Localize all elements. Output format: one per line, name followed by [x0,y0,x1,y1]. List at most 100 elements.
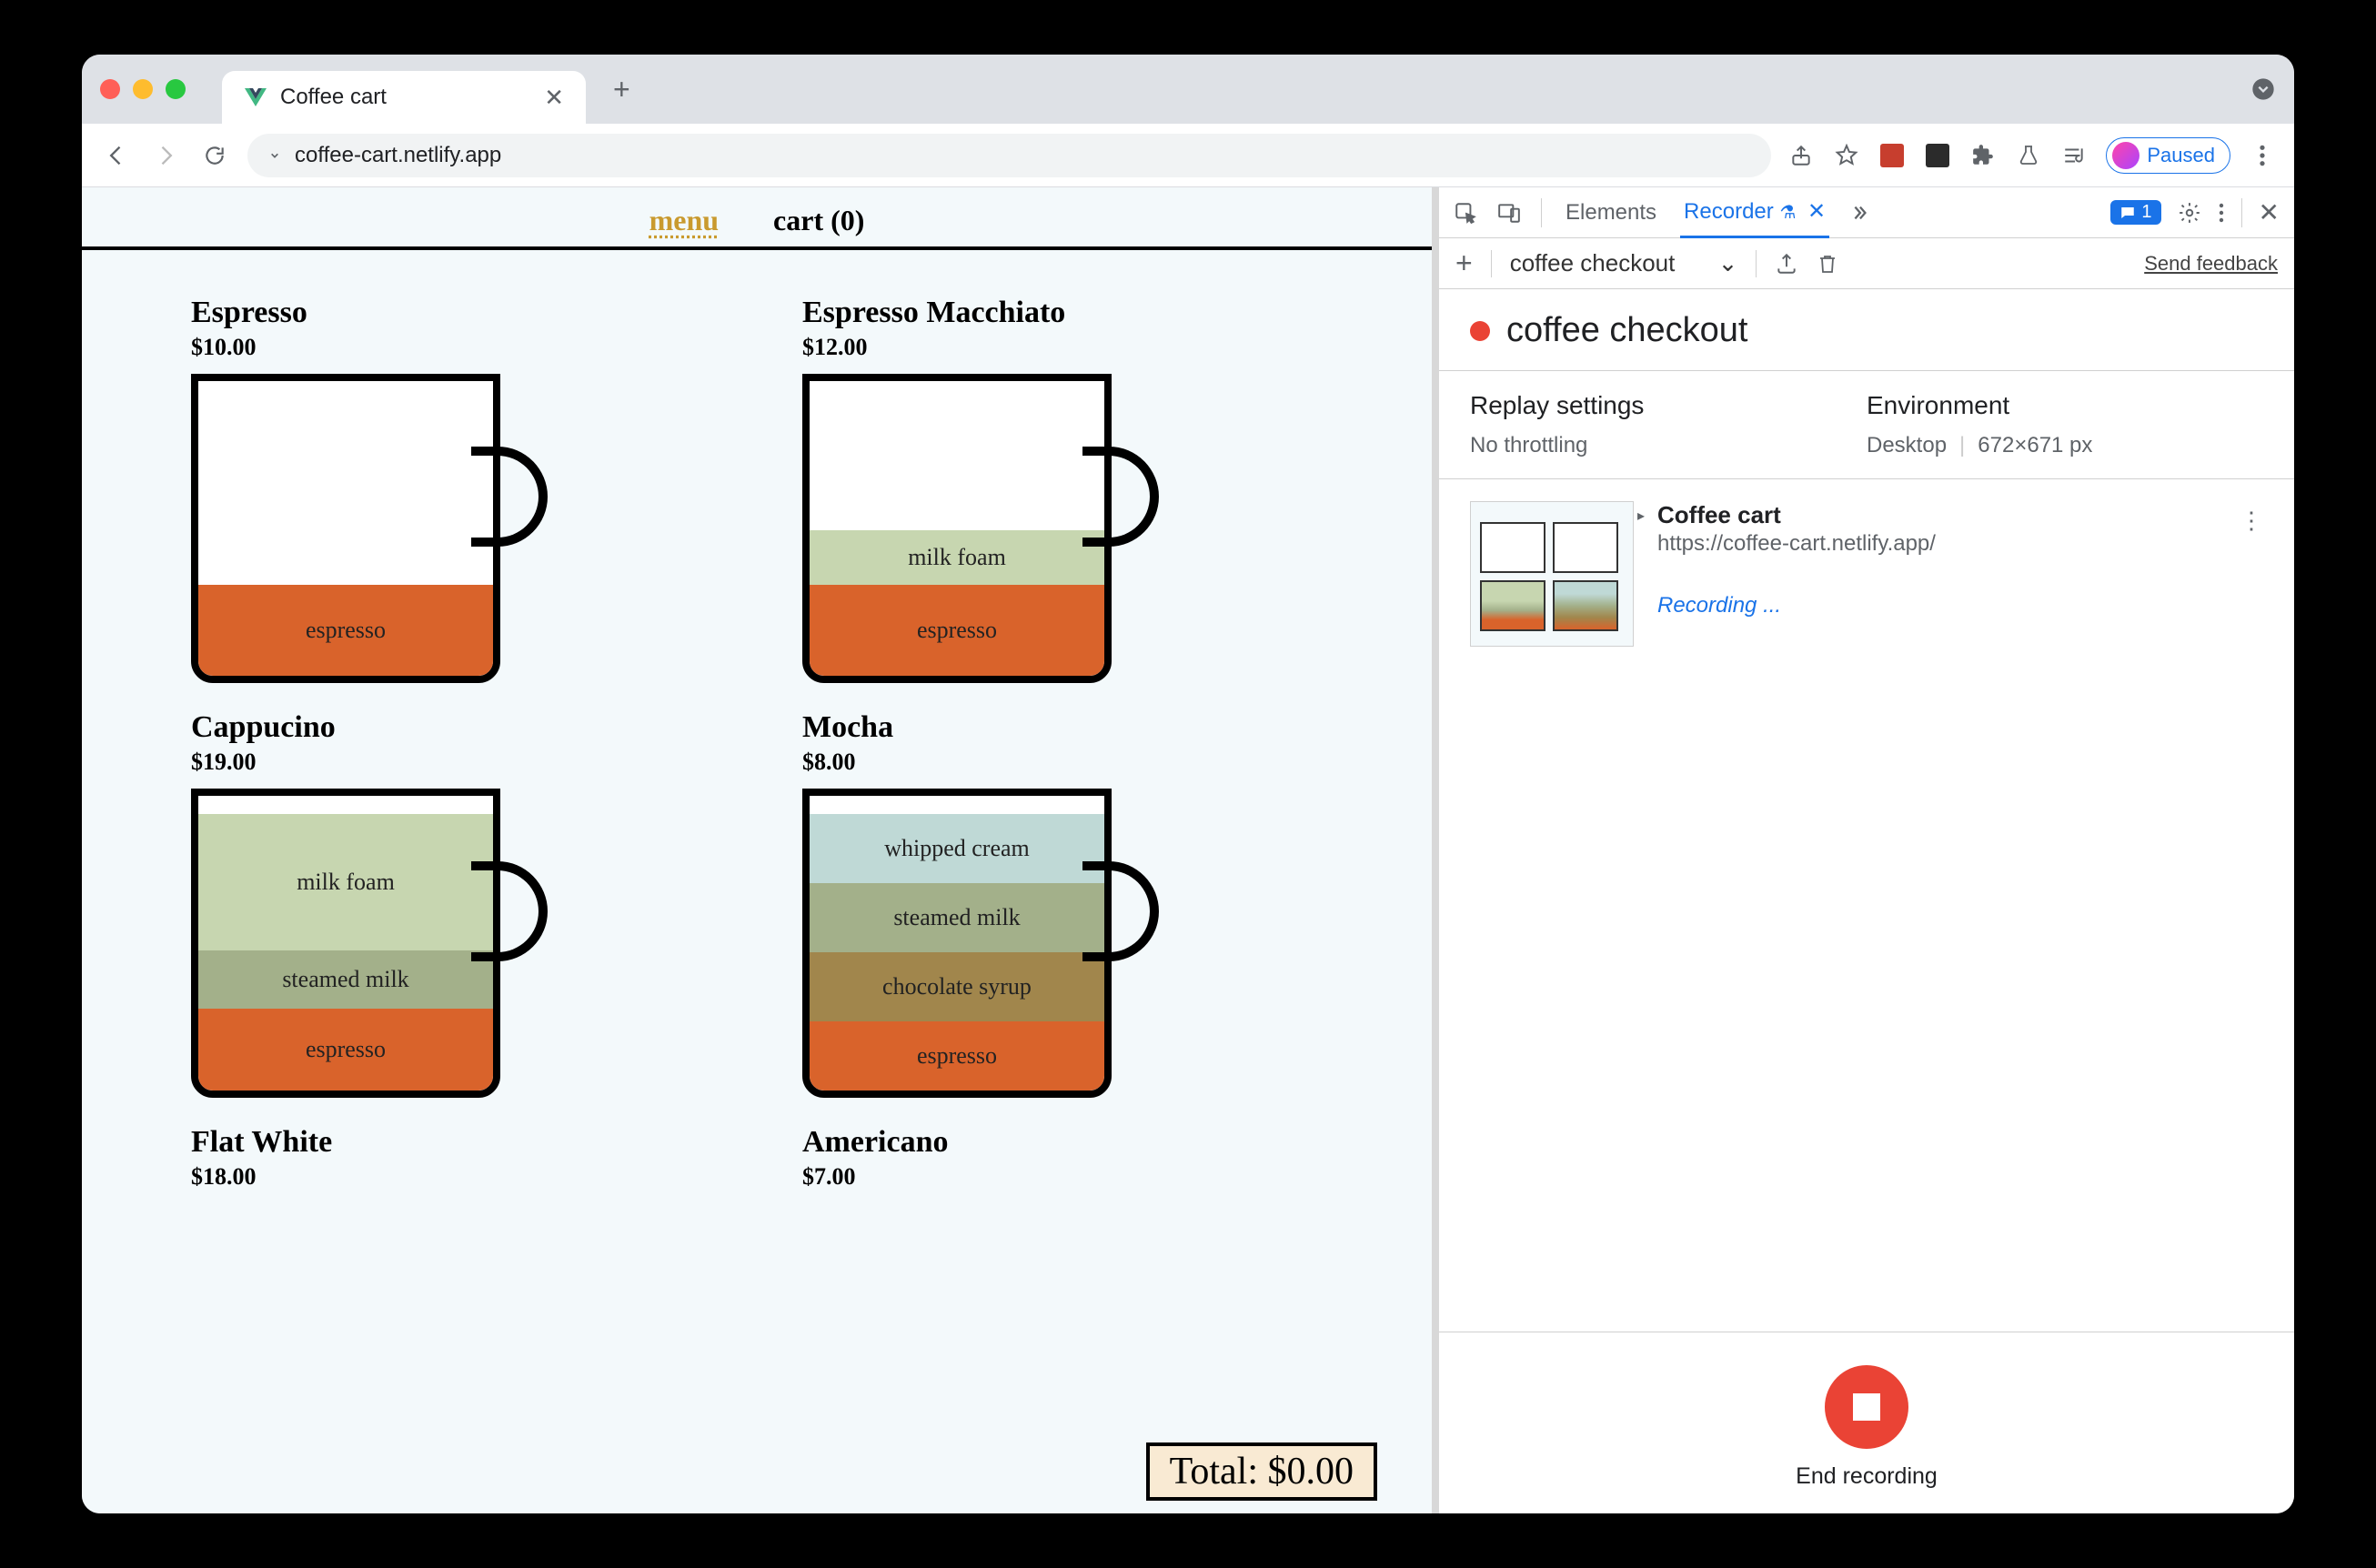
content-row: menu cart (0) Espresso$10.00espressoEspr… [82,187,2294,1513]
coffee-cup[interactable]: milk foamsteamed milkespresso [191,789,537,1098]
coffee-price: $10.00 [191,334,711,361]
browser-menu-icon[interactable] [2249,142,2276,169]
omnibox[interactable]: coffee-cart.netlify.app [247,134,1771,177]
coffee-price: $7.00 [802,1163,1323,1191]
coffee-card[interactable]: Espresso Macchiato $12.00 milk foamespress… [802,296,1323,683]
cup-layer: espresso [198,585,493,676]
recorder-tab-close-icon[interactable]: ✕ [1807,199,1826,224]
environment-device: Desktop [1867,433,1947,458]
environment-heading: Environment [1867,391,2263,420]
coffee-card[interactable]: Espresso $10.00 espresso [191,296,711,683]
coffee-price: $18.00 [191,1163,711,1191]
coffee-price: $19.00 [191,749,711,776]
nav-forward-button[interactable] [149,139,182,172]
window-minimize-button[interactable] [133,79,153,99]
nav-back-button[interactable] [100,139,133,172]
extensions-puzzle-icon[interactable] [1969,142,1997,169]
send-feedback-link[interactable]: Send feedback [2144,252,2278,276]
cup-layer: espresso [198,1009,493,1091]
step-row: ▸ Coffee cart https://coffee-cart.netlif… [1439,479,2294,668]
tab-recorder[interactable]: Recorder ⚗ ✕ [1680,187,1829,238]
paused-label: Paused [2147,144,2215,167]
coffee-card[interactable]: Flat White$18.00 [191,1125,711,1191]
recording-title: coffee checkout [1506,311,1747,350]
site-info-icon[interactable] [266,146,284,165]
cup-body: whipped creamsteamed milkchocolate syrup… [802,789,1112,1098]
share-icon[interactable] [1787,142,1815,169]
inspect-element-icon[interactable] [1454,201,1477,225]
devtools-splitter[interactable] [1432,187,1439,1513]
tab-strip: Coffee cart ✕ + [82,55,2294,124]
more-tabs-icon[interactable] [1849,203,1869,223]
new-tab-button[interactable]: + [595,73,649,106]
extension-icon-1[interactable] [1878,142,1906,169]
new-recording-icon[interactable]: + [1455,246,1473,280]
coffee-cup[interactable]: milk foamespresso [802,374,1148,683]
recording-header: coffee checkout [1439,289,2294,371]
delete-recording-icon[interactable] [1817,252,1838,276]
stop-icon [1853,1393,1880,1421]
cup-handle-icon [471,861,548,961]
coffee-grid: Espresso$10.00espressoEspresso Macchiato… [82,250,1432,1209]
replay-settings-heading: Replay settings [1470,391,1867,420]
tab-elements[interactable]: Elements [1562,189,1660,236]
nav-reload-button[interactable] [198,139,231,172]
step-menu-icon[interactable]: ⋮ [2240,507,2263,535]
coffee-name: Espresso [191,296,711,330]
coffee-cup[interactable]: espresso [191,374,537,683]
nav-menu-link[interactable]: menu [649,204,719,237]
coffee-cup[interactable]: whipped creamsteamed milkchocolate syrup… [802,789,1148,1098]
coffee-name: Espresso Macchiato [802,296,1323,330]
tab-title: Coffee cart [280,85,531,110]
step-url: https://coffee-cart.netlify.app/ [1657,531,2263,557]
export-recording-icon[interactable] [1775,252,1798,276]
total-box[interactable]: Total: $0.00 [1146,1442,1377,1501]
step-info[interactable]: ▸ Coffee cart https://coffee-cart.netlif… [1657,501,2263,647]
devtools-menu-icon[interactable] [2218,202,2225,224]
cup-layer: milk foam [810,530,1104,585]
omnibox-url: coffee-cart.netlify.app [295,143,501,168]
labs-flask-icon[interactable] [2015,142,2042,169]
expand-step-icon[interactable]: ▸ [1637,507,1645,525]
bookmark-star-icon[interactable] [1833,142,1860,169]
coffee-card[interactable]: Mocha$8.00whipped creamsteamed milkchoco… [802,710,1323,1098]
cup-layer: whipped cream [810,814,1104,883]
cup-handle-icon [471,447,548,547]
replay-throttling-value[interactable]: No throttling [1470,433,1867,458]
vue-favicon-icon [244,85,267,109]
recording-settings: Replay settings No throttling Environmen… [1439,371,2294,479]
messages-badge[interactable]: 1 [2110,200,2160,225]
cup-layer: steamed milk [198,950,493,1009]
step-thumbnail [1470,501,1634,647]
cup-body: milk foamsteamed milkespresso [191,789,500,1098]
cup-layer: chocolate syrup [810,952,1104,1021]
cup-handle-icon [1082,861,1159,961]
cup-layer: espresso [810,585,1104,676]
cup-layer: steamed milk [810,883,1104,952]
coffee-price: $12.00 [802,334,1323,361]
avatar-icon [2112,142,2139,169]
tab-overflow-icon[interactable] [2250,76,2276,102]
tab-close-icon[interactable]: ✕ [544,84,564,112]
cup-body: espresso [191,374,500,683]
recording-selector[interactable]: coffee checkout ⌄ [1510,249,1738,277]
browser-tab[interactable]: Coffee cart ✕ [222,71,586,124]
recorder-toolbar: + coffee checkout ⌄ Send feedback [1439,238,2294,289]
recording-status: Recording ... [1657,593,2263,618]
cup-body: milk foamespresso [802,374,1112,683]
extension-icon-2[interactable] [1924,142,1951,169]
environment-dimensions: 672×671 px [1978,433,2092,458]
window-close-button[interactable] [100,79,120,99]
coffee-card[interactable]: Americano$7.00 [802,1125,1323,1191]
devtools-tabbar: Elements Recorder ⚗ ✕ 1 ✕ [1439,187,2294,238]
window-maximize-button[interactable] [166,79,186,99]
nav-cart-link[interactable]: cart (0) [773,204,864,237]
devtools-settings-icon[interactable] [2178,201,2201,225]
device-toolbar-icon[interactable] [1497,201,1521,225]
devtools-close-icon[interactable]: ✕ [2259,197,2280,227]
coffee-card[interactable]: Cappucino$19.00milk foamsteamed milkespr… [191,710,711,1098]
profile-paused-chip[interactable]: Paused [2106,137,2230,174]
recording-indicator-icon [1470,321,1490,341]
media-icon[interactable] [2060,142,2088,169]
end-recording-button[interactable] [1825,1365,1908,1449]
